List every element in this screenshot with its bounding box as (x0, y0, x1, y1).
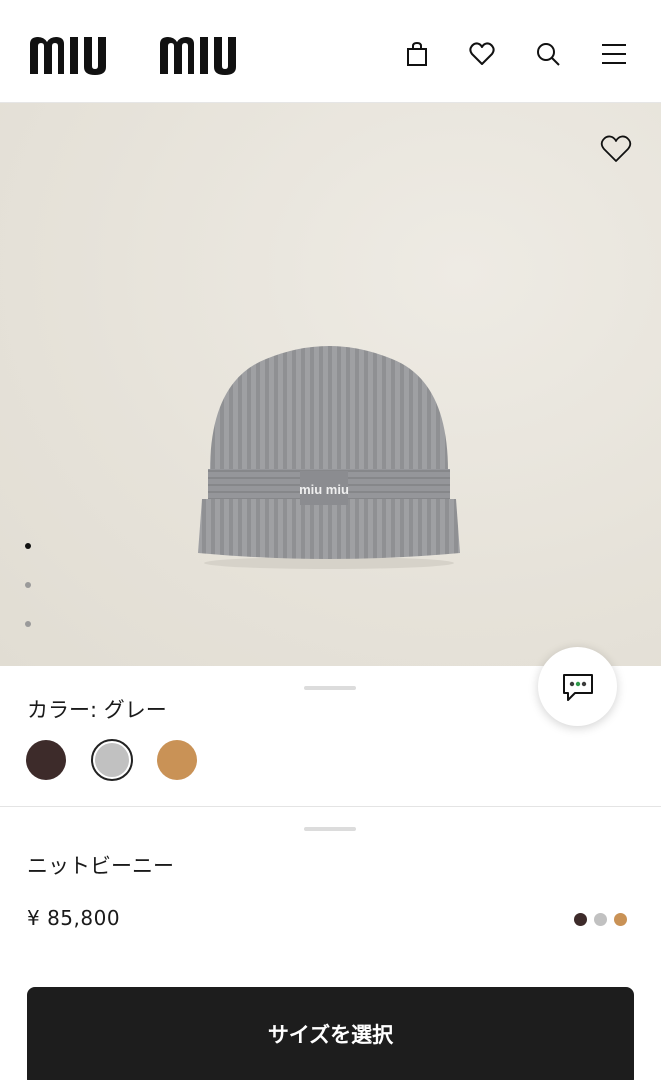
search-button[interactable] (532, 38, 564, 70)
wishlist-button[interactable] (466, 38, 498, 70)
heart-icon (469, 42, 495, 65)
menu-button[interactable] (598, 38, 630, 70)
header (0, 0, 661, 103)
color-dot-brown (574, 913, 587, 926)
menu-icon (602, 44, 626, 64)
color-dot-camel (614, 913, 627, 926)
svg-text:miu miu: miu miu (299, 482, 349, 497)
drag-handle[interactable] (304, 686, 356, 690)
divider (0, 806, 661, 807)
search-icon (537, 43, 560, 66)
swatch-grey[interactable] (91, 739, 133, 781)
bag-button[interactable] (401, 38, 433, 70)
swatch-brown[interactable] (26, 740, 66, 780)
select-size-button[interactable]: サイズを選択 (27, 987, 634, 1080)
bag-icon (407, 41, 427, 66)
gallery-dot[interactable] (25, 582, 31, 588)
beanie-photo: miu miu (198, 346, 460, 569)
drag-handle[interactable] (304, 827, 356, 831)
product-price: ¥ 85,800 (27, 906, 121, 930)
product-image-gallery[interactable]: miu miu (0, 103, 661, 666)
swatch-camel[interactable] (157, 740, 197, 780)
color-label: カラー: グレー (27, 698, 167, 722)
gallery-pagination (25, 543, 35, 660)
color-dot-grey (594, 913, 607, 926)
product-name: ニットビーニー (27, 854, 174, 878)
chat-button[interactable] (538, 647, 617, 726)
gallery-dot[interactable] (25, 543, 31, 549)
add-to-wishlist-heart-icon[interactable] (599, 133, 633, 165)
miu-miu-logo[interactable] (28, 34, 274, 76)
gallery-dot[interactable] (25, 621, 31, 627)
chat-icon (562, 673, 593, 701)
select-size-label: サイズを選択 (267, 1023, 394, 1047)
